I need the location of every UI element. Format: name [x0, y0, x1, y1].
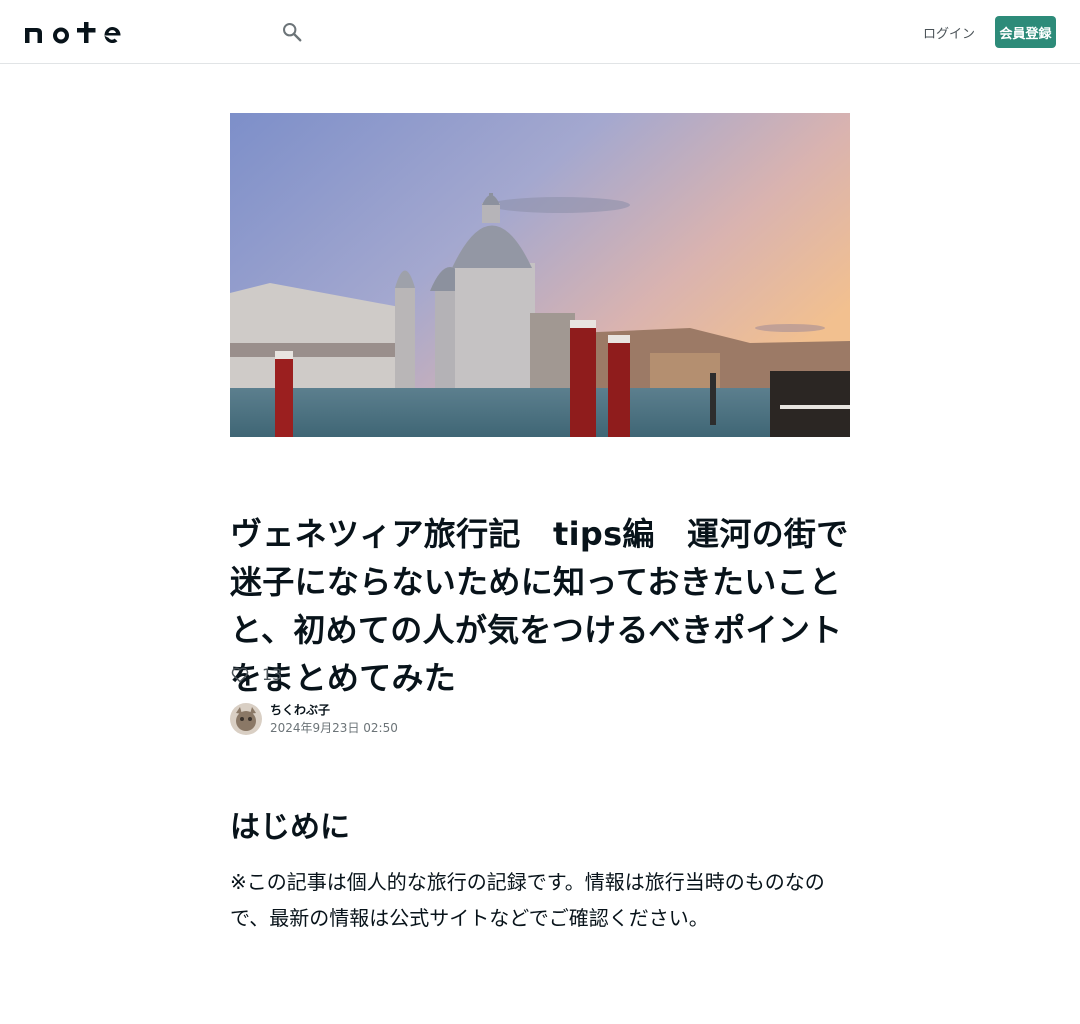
hero-image: [230, 113, 850, 437]
author-name[interactable]: ちくわぶ子: [270, 701, 398, 719]
like-button[interactable]: [230, 664, 250, 684]
author-info: ちくわぶ子 2024年9月23日 02:50: [230, 703, 398, 735]
like-area: 13: [230, 662, 282, 686]
heart-outline-icon: [231, 666, 249, 682]
article-body-paragraph: ※この記事は個人的な旅行の記録です。情報は旅行当時のものなので、最新の情報は公式…: [230, 870, 825, 930]
post-date: 2024年9月23日 02:50: [270, 721, 398, 735]
venice-photo: [230, 113, 850, 437]
author-avatar[interactable]: [230, 703, 262, 735]
search-button[interactable]: [276, 16, 308, 48]
login-link[interactable]: ログイン: [920, 20, 978, 44]
article-title: ヴェネツィア旅行記 tips編 運河の街で迷子にならないために知っておきたいこと…: [230, 515, 849, 697]
like-count[interactable]: 13: [262, 665, 282, 684]
avatar-image: [230, 703, 262, 735]
top-header: ログイン 会員登録: [0, 0, 1080, 64]
note-logo[interactable]: [24, 20, 124, 44]
section-heading: はじめに: [230, 810, 350, 845]
search-icon: [283, 23, 302, 42]
signup-button[interactable]: 会員登録: [995, 16, 1056, 48]
note-logo-icon: [25, 22, 121, 44]
